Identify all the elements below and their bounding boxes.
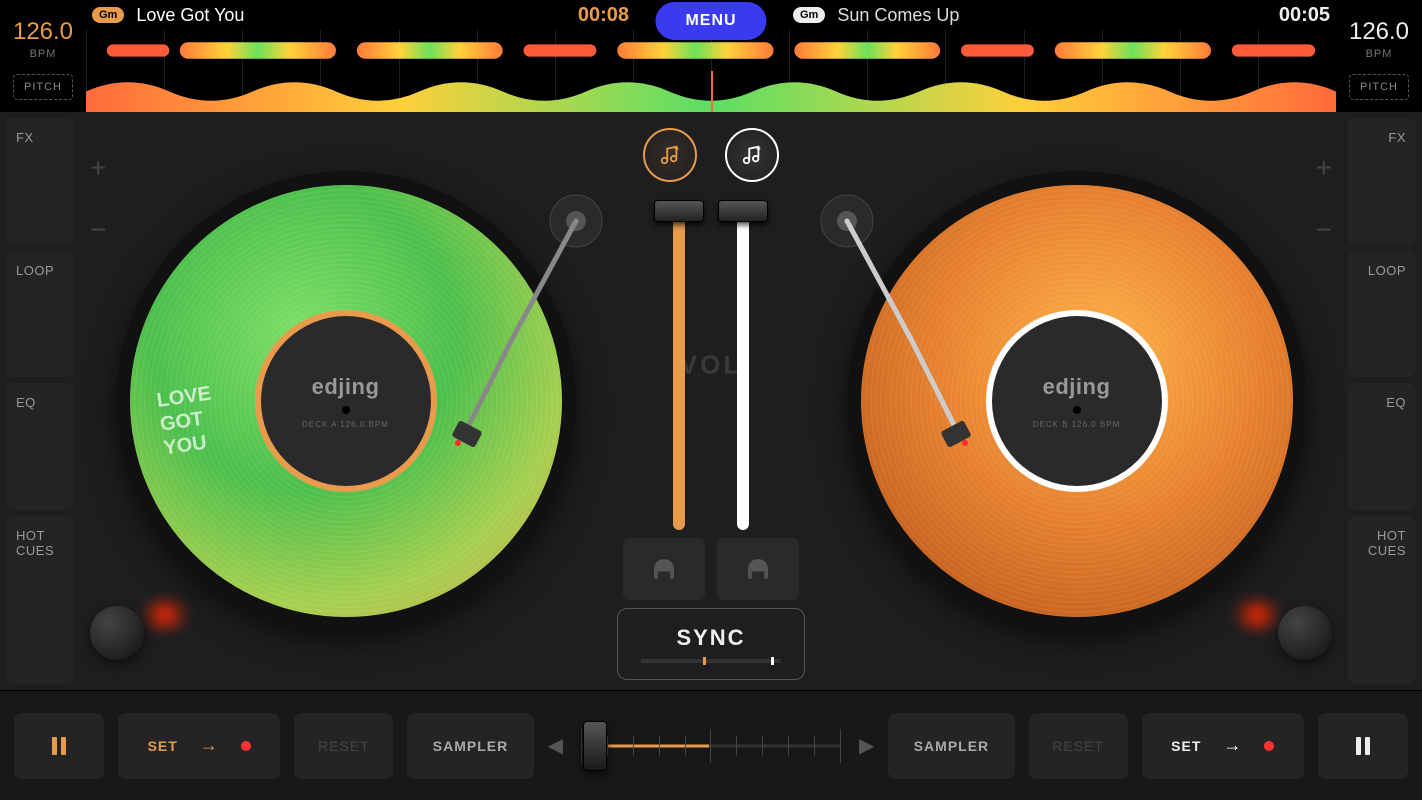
deck-b-fx-button[interactable]: FX (1348, 118, 1416, 245)
deck-a-platter[interactable]: LOVE GOT YOU edjing DECK A 126.0 BPM (116, 171, 576, 631)
volume-faders: VOL (626, 200, 796, 530)
music-plus-icon (741, 144, 763, 166)
deck-a-volume-fader[interactable] (657, 200, 701, 530)
glow-icon (135, 600, 195, 630)
deck-a-reset-button[interactable]: RESET (294, 713, 393, 779)
deck-b-label: edjing DECK B 126.0 BPM (992, 316, 1162, 486)
chevron-right-icon[interactable]: ▶ (859, 733, 874, 758)
deck-b-loop-button[interactable]: LOOP (1348, 251, 1416, 378)
music-plus-icon (659, 144, 681, 166)
playhead (711, 71, 713, 112)
deck-a-bpm-box: 126.0 BPM PITCH (0, 0, 86, 112)
deck-b-time: 00:05 (1279, 4, 1330, 27)
sync-meter (641, 659, 781, 663)
deck-b-label-sub: DECK B 126.0 BPM (1033, 420, 1121, 429)
deck-a-start-knob[interactable] (90, 606, 144, 660)
deck-b-title[interactable]: Sun Comes Up (837, 5, 959, 26)
arrow-right-icon: → (1223, 735, 1242, 756)
deck-a-side-panel: FX LOOP EQ HOT CUES (0, 112, 80, 690)
sync-label: SYNC (676, 625, 745, 651)
deck-b-play-button[interactable] (1318, 713, 1408, 779)
deck-b-hotcues-button[interactable]: HOT CUES (1348, 516, 1416, 684)
brand-logo: edjing (312, 374, 380, 400)
deck-b-set-cue-button[interactable]: SET → (1142, 713, 1304, 779)
deck-a: +− LOVE GOT YOU edjing DECK A 126.0 BPM (80, 112, 611, 690)
deck-a-title[interactable]: Love Got You (136, 5, 244, 26)
deck-b: +− edjing DECK B 126.0 BPM (811, 112, 1342, 690)
deck-a-sampler-button[interactable]: SAMPLER (407, 713, 533, 779)
set-label: SET (148, 738, 178, 754)
record-dot-icon (1264, 741, 1274, 751)
brand-logo: edjing (1043, 374, 1111, 400)
minus-icon[interactable]: − (90, 214, 106, 246)
deck-b-pitch-button[interactable]: PITCH (1349, 74, 1409, 100)
deck-a-cue-headphones[interactable] (623, 538, 705, 600)
crossfader[interactable] (581, 721, 841, 771)
deck-a-fx-button[interactable]: FX (6, 118, 74, 245)
deck-b-pitch-bend[interactable]: +− (1316, 152, 1332, 246)
minus-icon[interactable]: − (1316, 214, 1332, 246)
record-dot-icon (241, 741, 251, 751)
crossfader-knob[interactable] (583, 721, 607, 771)
bpm-label: BPM (1366, 48, 1393, 60)
deck-b-start-knob[interactable] (1278, 606, 1332, 660)
deck-b-cue-headphones[interactable] (717, 538, 799, 600)
deck-b-waveform[interactable] (86, 71, 1336, 112)
plus-icon[interactable]: + (90, 152, 106, 184)
deck-a-play-button[interactable] (14, 713, 104, 779)
deck-a-label-sub: DECK A 126.0 BPM (302, 420, 389, 429)
top-bar: 126.0 BPM PITCH MENU Gm Love Got You 00:… (0, 0, 1422, 112)
deck-b-volume-fader[interactable] (721, 200, 765, 530)
crossfader-area: ◀ ▶ (548, 721, 875, 771)
deck-a-key: Gm (92, 7, 124, 23)
deck-a-load-button[interactable] (643, 128, 697, 182)
arrow-right-icon: → (200, 735, 219, 756)
track-area: MENU Gm Love Got You 00:08 Gm Sun Comes … (86, 0, 1336, 112)
center-mixer: VOL SYNC (611, 112, 811, 690)
deck-b-key: Gm (793, 7, 825, 23)
deck-a-time: 00:08 (578, 4, 629, 27)
chevron-left-icon[interactable]: ◀ (548, 733, 563, 758)
sync-button[interactable]: SYNC (617, 608, 805, 680)
deck-a-label: edjing DECK A 126.0 BPM (261, 316, 431, 486)
deck-a-pitch-bend[interactable]: +− (90, 152, 106, 246)
deck-a-eq-button[interactable]: EQ (6, 383, 74, 510)
deck-b-bpm: 126.0 (1349, 18, 1409, 46)
deck-b-reset-button[interactable]: RESET (1029, 713, 1128, 779)
plus-icon[interactable]: + (1316, 152, 1332, 184)
headphones-icon (743, 554, 773, 584)
main-deck-area: FX LOOP EQ HOT CUES +− LOVE GOT YOU edji… (0, 112, 1422, 690)
deck-b-platter[interactable]: edjing DECK B 126.0 BPM (847, 171, 1307, 631)
pause-icon (47, 733, 71, 759)
headphones-icon (649, 554, 679, 584)
transport-bar: SET → RESET SAMPLER ◀ ▶ SAMPLER RESET SE… (0, 690, 1422, 800)
deck-a-loop-button[interactable]: LOOP (6, 251, 74, 378)
deck-b-sampler-button[interactable]: SAMPLER (888, 713, 1014, 779)
deck-a-pitch-button[interactable]: PITCH (13, 74, 73, 100)
pause-icon (1351, 733, 1375, 759)
deck-b-side-panel: FX LOOP EQ HOT CUES (1342, 112, 1422, 690)
bpm-label: BPM (30, 48, 57, 60)
menu-button[interactable]: MENU (655, 2, 766, 40)
deck-a-set-cue-button[interactable]: SET → (118, 713, 280, 779)
set-label: SET (1171, 738, 1201, 754)
deck-a-hotcues-button[interactable]: HOT CUES (6, 516, 74, 684)
deck-b-eq-button[interactable]: EQ (1348, 383, 1416, 510)
deck-a-artwork-text: LOVE GOT YOU (155, 382, 219, 461)
deck-b-load-button[interactable] (725, 128, 779, 182)
waveform-area[interactable] (86, 30, 1336, 112)
deck-a-bpm: 126.0 (13, 18, 73, 46)
deck-b-bpm-box: 126.0 BPM PITCH (1336, 0, 1422, 112)
